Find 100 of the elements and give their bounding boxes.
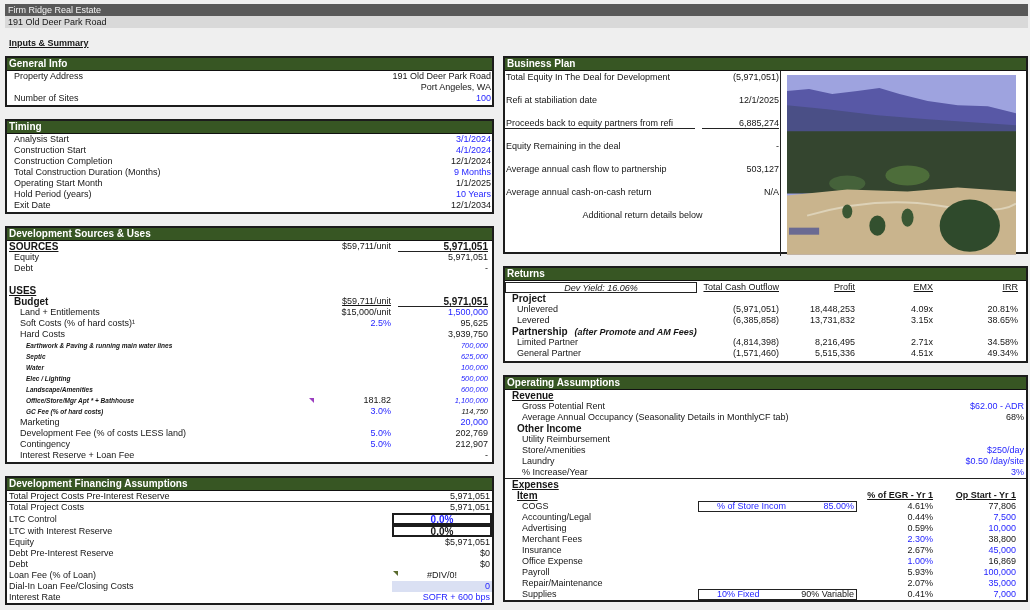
field-value: 3% — [1010, 467, 1024, 478]
row-label: Unlevered — [517, 304, 559, 315]
field-value: 12/1/2025 — [738, 95, 779, 106]
field-label: Equity — [14, 252, 39, 263]
field-value: $0.50 /day/site — [965, 456, 1024, 467]
column-header: Profit — [834, 281, 855, 293]
table-cell: 2.71x — [910, 337, 933, 348]
field-value: 9 Months — [453, 167, 491, 178]
field-value: 3/1/2024 — [455, 134, 491, 145]
note-value: 181.82 — [363, 395, 391, 406]
field-value: (5,971,051) — [732, 72, 779, 83]
field-label: Average annual cash-on-cash return — [506, 187, 652, 198]
note-value: $59,711/unit — [342, 241, 391, 252]
group-label: Project — [512, 293, 546, 304]
field-value: N/A — [764, 187, 779, 198]
row-label: Payroll — [521, 567, 550, 578]
field-value: 1/1/2025 — [455, 178, 491, 189]
row-label: Advertising — [521, 523, 567, 534]
field-label: Development Fee (% of costs LESS land) — [20, 428, 187, 439]
field-value: 5,971,051 — [449, 502, 490, 513]
table-cell: 77,806 — [988, 501, 1016, 512]
page-title: Inputs & Summary — [9, 38, 89, 49]
row-label: COGS — [521, 501, 549, 512]
field-label: % Increase/Year — [522, 467, 588, 478]
field-label: Property Address — [14, 71, 84, 82]
table-cell: 49.34% — [987, 348, 1018, 359]
table-cell: 38,800 — [988, 534, 1016, 545]
field-label: Number of Sites — [14, 93, 79, 104]
group-label: Budget — [14, 296, 49, 307]
field-label: Operating Start Month — [14, 178, 103, 189]
table-cell: 38.65% — [987, 315, 1018, 326]
field-value: #DIV/0! — [427, 570, 457, 581]
amount-value: 95,625 — [460, 318, 488, 329]
field-label: Interest Rate — [9, 592, 61, 603]
panel-title: Timing — [7, 121, 492, 134]
field-label: Construction Completion — [14, 156, 113, 167]
row-label: Levered — [516, 315, 550, 326]
row-label: Limited Partner — [517, 337, 579, 348]
field-label: Total Equity In The Deal for Development — [506, 72, 670, 83]
field-label: Debt — [14, 263, 33, 274]
table-cell: 13,731,832 — [809, 315, 855, 326]
field-label: Laundry — [522, 456, 555, 467]
field-label: Utility Reimbursement — [522, 434, 611, 445]
table-cell: 100,000 — [983, 567, 1016, 578]
group-label: Partnership — [512, 326, 568, 337]
column-header: % of EGR - Yr 1 — [867, 490, 933, 501]
value-cell: 0.0% — [392, 513, 492, 525]
field-label: Analysis Start — [14, 134, 70, 145]
table-cell: 2.30% — [907, 534, 933, 545]
panel-title: Business Plan — [505, 58, 1026, 71]
panel-title: Operating Assumptions — [505, 377, 1026, 390]
amount-value: 3,939,750 — [447, 329, 488, 340]
amount-value: - — [485, 263, 488, 274]
amount-value: 202,769 — [455, 428, 488, 439]
table-cell: 3.15x — [910, 315, 933, 326]
field-label: Total Project Costs — [9, 502, 85, 513]
note-value: 2.5% — [370, 318, 391, 329]
field-label: Equity Remaining in the deal — [506, 141, 621, 152]
field-label: Construction Start — [14, 145, 87, 156]
table-cell: 45,000 — [988, 545, 1016, 556]
field-label: Exit Date — [14, 200, 51, 211]
field-value: 100 — [475, 93, 491, 104]
note-text: Additional return details below — [582, 210, 703, 221]
row-label: General Partner — [516, 348, 582, 359]
field-value: $0 — [480, 548, 490, 559]
table-cell: (1,571,460) — [732, 348, 779, 359]
field-label: LTC Control — [9, 513, 57, 525]
row-label: Office Expense — [521, 556, 583, 567]
amount-value: 20,000 — [460, 417, 488, 428]
table-cell: 10,000 — [988, 523, 1016, 534]
section-heading: USES — [9, 285, 37, 296]
field-value: 4/1/2024 — [455, 145, 491, 156]
field-label: Equity — [9, 537, 34, 548]
table-cell: 7,000 — [993, 589, 1016, 600]
note-value: $15,000/unit — [341, 307, 391, 318]
value-cell: 0.0% — [392, 525, 492, 537]
table-cell: 0.41% — [907, 589, 933, 600]
table-cell: 16,869 — [988, 556, 1016, 567]
field-label: Total Project Costs Pre-Interest Reserve — [9, 490, 170, 502]
panel-title: Development Sources & Uses — [7, 228, 492, 241]
column-header: Item — [517, 490, 538, 501]
field-label: Soft Costs (% of hard costs)¹ — [20, 318, 136, 329]
table-cell: 7,500 — [993, 512, 1016, 523]
table-cell: 5.93% — [907, 567, 933, 578]
column-header: IRR — [1002, 281, 1018, 293]
basis-value: 90% Variable — [801, 590, 854, 599]
field-label: Debt — [9, 559, 28, 570]
section-heading: Other Income — [517, 423, 582, 434]
field-value: $250/day — [986, 445, 1024, 456]
table-cell: (5,971,051) — [732, 304, 779, 315]
table-cell: 4.51x — [910, 348, 933, 359]
field-value: $0 — [480, 559, 490, 570]
field-value: 191 Old Deer Park Road — [392, 71, 491, 82]
field-value: 5,971,051 — [449, 490, 490, 502]
column-header: Total Cash Outflow — [703, 281, 779, 293]
note-value: $59,711/unit — [342, 296, 391, 307]
amount-value: 5,971,051 — [443, 240, 488, 252]
field-label: Contingency — [20, 439, 71, 450]
row-label: Supplies — [521, 589, 557, 600]
field-label: Gross Potential Rent — [522, 401, 606, 412]
